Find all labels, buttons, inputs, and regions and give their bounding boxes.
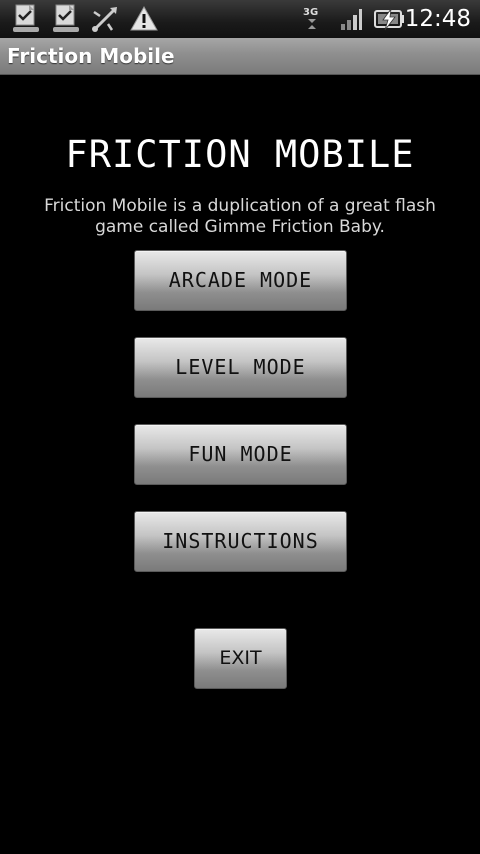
network-3g-icon: 3G [300,4,326,34]
description-text: Friction Mobile is a duplication of a gr… [44,196,436,237]
status-bar[interactable]: 3G 12:48 [0,0,480,39]
status-clock: 12:48 [404,6,471,32]
usb-debug-icon [90,4,120,34]
app-title: Friction Mobile [7,44,175,68]
instructions-button[interactable]: INSTRUCTIONS [134,511,347,572]
battery-charging-icon [373,4,407,34]
arcade-mode-button[interactable]: ARCADE MODE [134,250,347,311]
exit-button[interactable]: EXIT [194,628,287,689]
screen: 3G 12:48 Friction Mobile FRICTION MOBILE… [0,0,480,854]
download-complete-icon [51,4,81,34]
page-title: FRICTION MOBILE [65,133,415,176]
title-bar: Friction Mobile [0,38,480,75]
network-label: 3G [303,7,318,18]
download-complete-icon [11,4,41,34]
warning-icon [129,4,159,34]
fun-mode-button[interactable]: FUN MODE [134,424,347,485]
signal-icon [339,4,363,34]
level-mode-button[interactable]: LEVEL MODE [134,337,347,398]
